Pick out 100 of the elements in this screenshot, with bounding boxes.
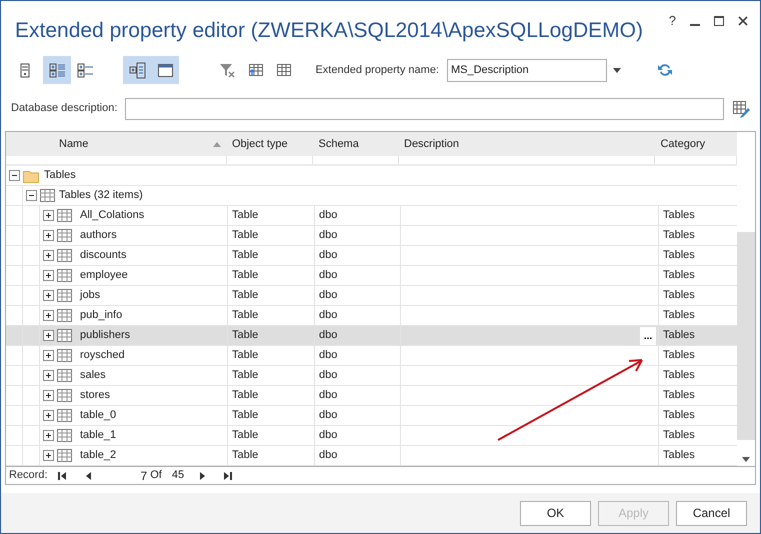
table-icon	[57, 269, 72, 282]
maximize-icon[interactable]	[714, 16, 724, 26]
expander-icon[interactable]	[26, 190, 37, 201]
table-row[interactable]: discounts Table dbo Tables	[6, 246, 737, 266]
table-row[interactable]: All_Colations Table dbo Tables	[6, 206, 737, 226]
expander-icon[interactable]	[43, 310, 54, 321]
description-field[interactable]	[125, 98, 724, 120]
table-cell-text: Tables	[663, 208, 695, 224]
table-icon	[57, 209, 72, 222]
group-label: Tables (32 items)	[59, 188, 143, 204]
window-title: Extended property editor (ZWERKA\SQL2014\ApexSQLLogDEMO)	[14, 18, 643, 44]
close-icon[interactable]	[738, 16, 748, 26]
column-header[interactable]: Category	[655, 132, 737, 156]
window-icon	[156, 62, 174, 78]
expander-icon[interactable]	[9, 170, 20, 181]
table-row[interactable]: employee Table dbo Tables	[6, 266, 737, 286]
table-row[interactable]: stores Table dbo Tables	[6, 386, 737, 406]
table-cell-text: Tables	[663, 268, 695, 284]
dialog-button[interactable]: OK	[520, 500, 591, 526]
edit-grid-icon[interactable]	[732, 100, 750, 118]
expander-icon[interactable]	[43, 450, 54, 461]
grid-icon	[274, 62, 292, 78]
table-cell-text: Table	[232, 288, 258, 304]
table-cell-text: Tables	[663, 428, 695, 444]
table-cell-text: sales	[80, 368, 106, 384]
table-cell-text: jobs	[80, 288, 100, 304]
expander-icon[interactable]	[43, 410, 54, 421]
column-header[interactable]: Description	[399, 132, 656, 156]
table-cell-text: Table	[232, 208, 258, 224]
table-row[interactable]: table_2 Table dbo Tables	[6, 446, 737, 466]
expander-icon[interactable]	[43, 210, 54, 221]
table-cell-text: dbo	[319, 248, 338, 264]
record-count: 45	[172, 468, 184, 484]
table-cell-text: dbo	[319, 268, 338, 284]
table-cell-text: Table	[232, 448, 258, 464]
table-icon	[57, 289, 72, 302]
table-icon	[57, 389, 72, 402]
table-cell-text: Tables	[663, 288, 695, 304]
table-cell-text: Tables	[663, 308, 695, 324]
property-name-combobox[interactable]: MS_Description	[447, 58, 607, 82]
column-header[interactable]: Object type	[226, 132, 314, 156]
table-icon	[57, 229, 72, 242]
expander-icon[interactable]	[43, 430, 54, 441]
expander-icon[interactable]	[43, 250, 54, 261]
table-icon	[57, 429, 72, 442]
previous-record-icon[interactable]	[84, 472, 91, 480]
table-cell-text: Table	[232, 408, 258, 424]
grid-export-icon	[246, 62, 264, 78]
record-number: 7	[140, 468, 148, 484]
table-icon	[40, 189, 55, 202]
table-cell-text: dbo	[319, 288, 338, 304]
dropdown-icon[interactable]	[613, 68, 621, 72]
table-cell-text: Tables	[663, 408, 695, 424]
table-cell-text: Tables	[663, 328, 695, 344]
table-row[interactable]: authors Table dbo Tables	[6, 226, 737, 246]
table-cell-text: Table	[232, 308, 258, 324]
expander-icon[interactable]	[43, 330, 54, 341]
toolbar-button[interactable]	[123, 56, 151, 84]
table-cell-text: dbo	[319, 308, 338, 324]
table-row[interactable]: sales Table dbo Tables	[6, 366, 737, 386]
table-row[interactable]: jobs Table dbo Tables	[6, 286, 737, 306]
table-cell-text: All_Colations	[80, 208, 144, 224]
expander-icon[interactable]	[43, 370, 54, 381]
toolbar-button[interactable]	[43, 56, 71, 84]
toolbar-button[interactable]	[151, 56, 179, 84]
expander-icon[interactable]	[43, 350, 54, 361]
dialog-button[interactable]: Cancel	[676, 500, 747, 526]
table-row[interactable]: roysched Table dbo Tables	[6, 346, 737, 366]
table-cell-text: Table	[232, 368, 258, 384]
column-header[interactable]: Schema	[313, 132, 399, 156]
table-cell-text: discounts	[80, 248, 126, 264]
ellipsis-button[interactable]: ...	[640, 326, 656, 344]
expander-icon[interactable]	[43, 270, 54, 281]
record-label: Of	[150, 468, 162, 484]
table-icon	[57, 329, 72, 342]
table-cell-text: dbo	[319, 368, 338, 384]
record-label: Record:	[9, 468, 48, 484]
table-cell-text: Tables	[663, 228, 695, 244]
table-row[interactable]: table_0 Table dbo Tables	[6, 406, 737, 426]
next-record-icon[interactable]	[200, 472, 206, 480]
expander-icon[interactable]	[43, 230, 54, 241]
table-cell-text: authors	[80, 228, 117, 244]
last-record-icon[interactable]	[224, 472, 234, 480]
expander-icon[interactable]	[43, 290, 54, 301]
table-cell-text: dbo	[319, 428, 338, 444]
refresh-icon[interactable]	[657, 62, 673, 78]
table-cell-text: dbo	[319, 328, 338, 344]
columns-icon	[128, 62, 146, 78]
scrollbar-thumb[interactable]	[737, 232, 755, 440]
table-cell-text: dbo	[319, 348, 338, 364]
table-row[interactable]: publishers Table dbo ... Tables	[6, 326, 737, 346]
table-cell-text: Tables	[663, 248, 695, 264]
first-record-icon[interactable]	[58, 472, 67, 480]
column-header[interactable]: Name	[6, 132, 227, 156]
help-button[interactable]: ?	[668, 11, 676, 30]
table-cell-text: table_0	[80, 408, 116, 424]
expander-icon[interactable]	[43, 390, 54, 401]
table-row[interactable]: table_1 Table dbo Tables	[6, 426, 737, 446]
table-cell-text: Table	[232, 348, 258, 364]
table-cell-text: Table	[232, 388, 258, 404]
